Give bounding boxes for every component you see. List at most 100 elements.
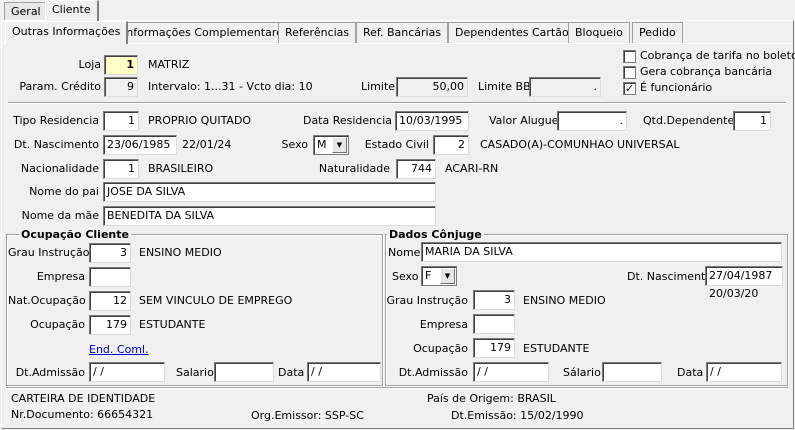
oc-salario-label: Salario [176, 366, 214, 379]
oc-ocupacao-label: Ocupação [30, 318, 85, 331]
tab-dependentes-cartao[interactable]: Dependentes Cartão [448, 22, 576, 43]
tab-pedido[interactable]: Pedido [632, 22, 683, 43]
tab-ref-bancarias[interactable]: Ref. Bancárias [356, 22, 449, 43]
limite-bb-input: . [529, 77, 601, 97]
tipo-residencia-label: Tipo Residencia [13, 114, 99, 127]
dc-data-label: Data [677, 366, 704, 379]
dc-dt-nascimento-label: Dt. Nascimento [627, 270, 713, 283]
dc-empresa-input[interactable] [473, 314, 515, 334]
chevron-down-icon[interactable]: ▼ [332, 137, 347, 153]
nome-mae-input[interactable]: BENEDITA DA SILVA [103, 206, 436, 226]
nacionalidade-input[interactable]: 1 [103, 159, 139, 179]
e-funcionario-checkbox[interactable]: ✓ [623, 82, 636, 95]
dc-salario-label: Sálario [563, 366, 601, 379]
dados-conjuge-title: Dados Cônjuge [387, 228, 484, 242]
dc-sexo-label: Sexo [392, 270, 419, 283]
doc-pais-origem: País de Origem: BRASIL [427, 392, 556, 405]
dc-ocupacao-label: Ocupação [413, 342, 468, 355]
qtd-dependentes-label: Qtd.Dependentes [643, 114, 740, 127]
dc-sexo-value: F [425, 269, 432, 282]
sexo-value: M [317, 138, 327, 151]
loja-desc: MATRIZ [148, 58, 190, 71]
oc-salario-input[interactable] [214, 362, 274, 382]
ocupacao-cliente-title: Ocupação Cliente [19, 228, 131, 242]
cobranca-tarifa-label: Cobrança de tarifa no boleto [640, 49, 795, 62]
oc-nat-ocupacao-input[interactable]: 12 [89, 291, 131, 311]
tab-cliente[interactable]: Cliente [45, 0, 99, 21]
dt-nascimento-extra: 22/01/24 [182, 138, 232, 151]
nome-pai-input[interactable]: JOSE DA SILVA [103, 182, 436, 202]
dc-salario-input[interactable] [602, 362, 662, 382]
estado-civil-label: Estado Civil [364, 138, 429, 151]
e-funcionario-label: É funcionário [640, 81, 713, 94]
oc-nat-ocupacao-desc: SEM VINCULO DE EMPREGO [139, 294, 293, 307]
valor-aluguel-label: Valor Aluguel [489, 114, 562, 127]
oc-nat-ocupacao-label: Nat.Ocupação [8, 294, 86, 307]
dc-sexo-select[interactable]: F ▼ [421, 266, 457, 286]
dc-empresa-label: Empresa [419, 318, 468, 331]
qtd-dependentes-input[interactable]: 1 [733, 111, 771, 131]
oc-ocupacao-desc: ESTUDANTE [139, 318, 206, 331]
oc-ocupacao-input[interactable]: 179 [89, 315, 131, 335]
estado-civil-input[interactable]: 2 [433, 135, 469, 155]
dc-ocupacao-input[interactable]: 179 [473, 338, 515, 358]
gera-cobranca-checkbox[interactable] [623, 66, 636, 79]
oc-data-input[interactable]: / / [307, 362, 381, 382]
oc-data-label: Data [278, 366, 305, 379]
separator [8, 102, 786, 104]
tab-geral[interactable]: Geral [4, 2, 48, 20]
nome-mae-label: Nome da mãe [21, 209, 99, 222]
loja-input[interactable]: 1 [104, 55, 138, 75]
end-coml-link[interactable]: End. Coml. [89, 343, 149, 357]
tab-outras-informacoes[interactable]: Outras Informações [5, 21, 129, 44]
oc-empresa-label: Empresa [36, 270, 85, 283]
doc-nr-documento: Nr.Documento: 66654321 [11, 408, 154, 421]
gera-cobranca-label: Gera cobrança bancária [640, 65, 773, 78]
limite-input: 50,00 [396, 77, 468, 97]
dt-nascimento-label: Dt. Nascimento [13, 138, 99, 151]
dc-ocupacao-desc: ESTUDANTE [523, 342, 590, 355]
naturalidade-desc: ACARI-RN [445, 162, 499, 175]
tab-referencias[interactable]: Referências [278, 22, 357, 43]
dc-grau-instrucao-input[interactable]: 3 [473, 290, 515, 310]
dc-dt-admissao-input[interactable]: / / [473, 362, 549, 382]
data-residencia-label: Data Residencia [302, 114, 392, 127]
oc-grau-instrucao-desc: ENSINO MEDIO [139, 246, 222, 259]
dc-dt-nascimento-extra: 20/03/20 [709, 287, 759, 300]
cobranca-tarifa-checkbox[interactable] [623, 50, 636, 63]
tipo-residencia-desc: PROPRIO QUITADO [148, 114, 252, 127]
dc-dt-admissao-label: Dt.Admissão [398, 366, 468, 379]
dc-nome-label: Nome [388, 246, 421, 259]
tipo-residencia-input[interactable]: 1 [103, 111, 139, 131]
dc-nome-input[interactable]: MARIA DA SILVA [421, 242, 782, 262]
dc-grau-instrucao-desc: ENSINO MEDIO [523, 294, 606, 307]
nome-pai-label: Nome do pai [29, 185, 99, 198]
tab-informacoes-complementares[interactable]: Informações Complementares [116, 22, 296, 43]
dc-grau-instrucao-label: Grau Instrução [386, 294, 468, 307]
separator [6, 387, 788, 389]
loja-label: Loja [78, 58, 101, 71]
param-credito-desc: Intervalo: 1...31 - Vcto dia: 10 [148, 80, 313, 93]
naturalidade-label: Naturalidade [318, 162, 390, 175]
naturalidade-input[interactable]: 744 [396, 159, 436, 179]
doc-dt-emissao: Dt.Emissão: 15/02/1990 [451, 409, 584, 422]
param-credito-input: 9 [104, 77, 138, 97]
estado-civil-desc: CASADO(A)-COMUNHAO UNIVERSAL [480, 138, 680, 151]
top-tab-bar: Geral Cliente [0, 0, 795, 21]
limite-label: Limite [361, 80, 396, 93]
limite-bb-label: Limite BB [478, 80, 531, 93]
oc-grau-instrucao-label: Grau Instrução [8, 246, 90, 259]
valor-aluguel-input[interactable]: . [557, 111, 627, 131]
chevron-down-icon[interactable]: ▼ [440, 268, 455, 284]
oc-grau-instrucao-input[interactable]: 3 [89, 243, 131, 263]
sexo-select[interactable]: M ▼ [313, 135, 349, 155]
doc-tipo: CARTEIRA DE IDENTIDADE [11, 392, 156, 405]
dc-data-input[interactable]: / / [706, 362, 782, 382]
tab-bloqueio[interactable]: Bloqueio [568, 22, 630, 43]
sexo-label: Sexo [281, 138, 308, 151]
dc-dt-nascimento-input[interactable]: 27/04/1987 [705, 266, 783, 286]
oc-empresa-input[interactable] [89, 267, 131, 287]
oc-dt-admissao-input[interactable]: / / [89, 362, 165, 382]
data-residencia-input[interactable]: 10/03/1995 [395, 111, 469, 131]
dt-nascimento-input[interactable]: 23/06/1985 [103, 135, 177, 155]
